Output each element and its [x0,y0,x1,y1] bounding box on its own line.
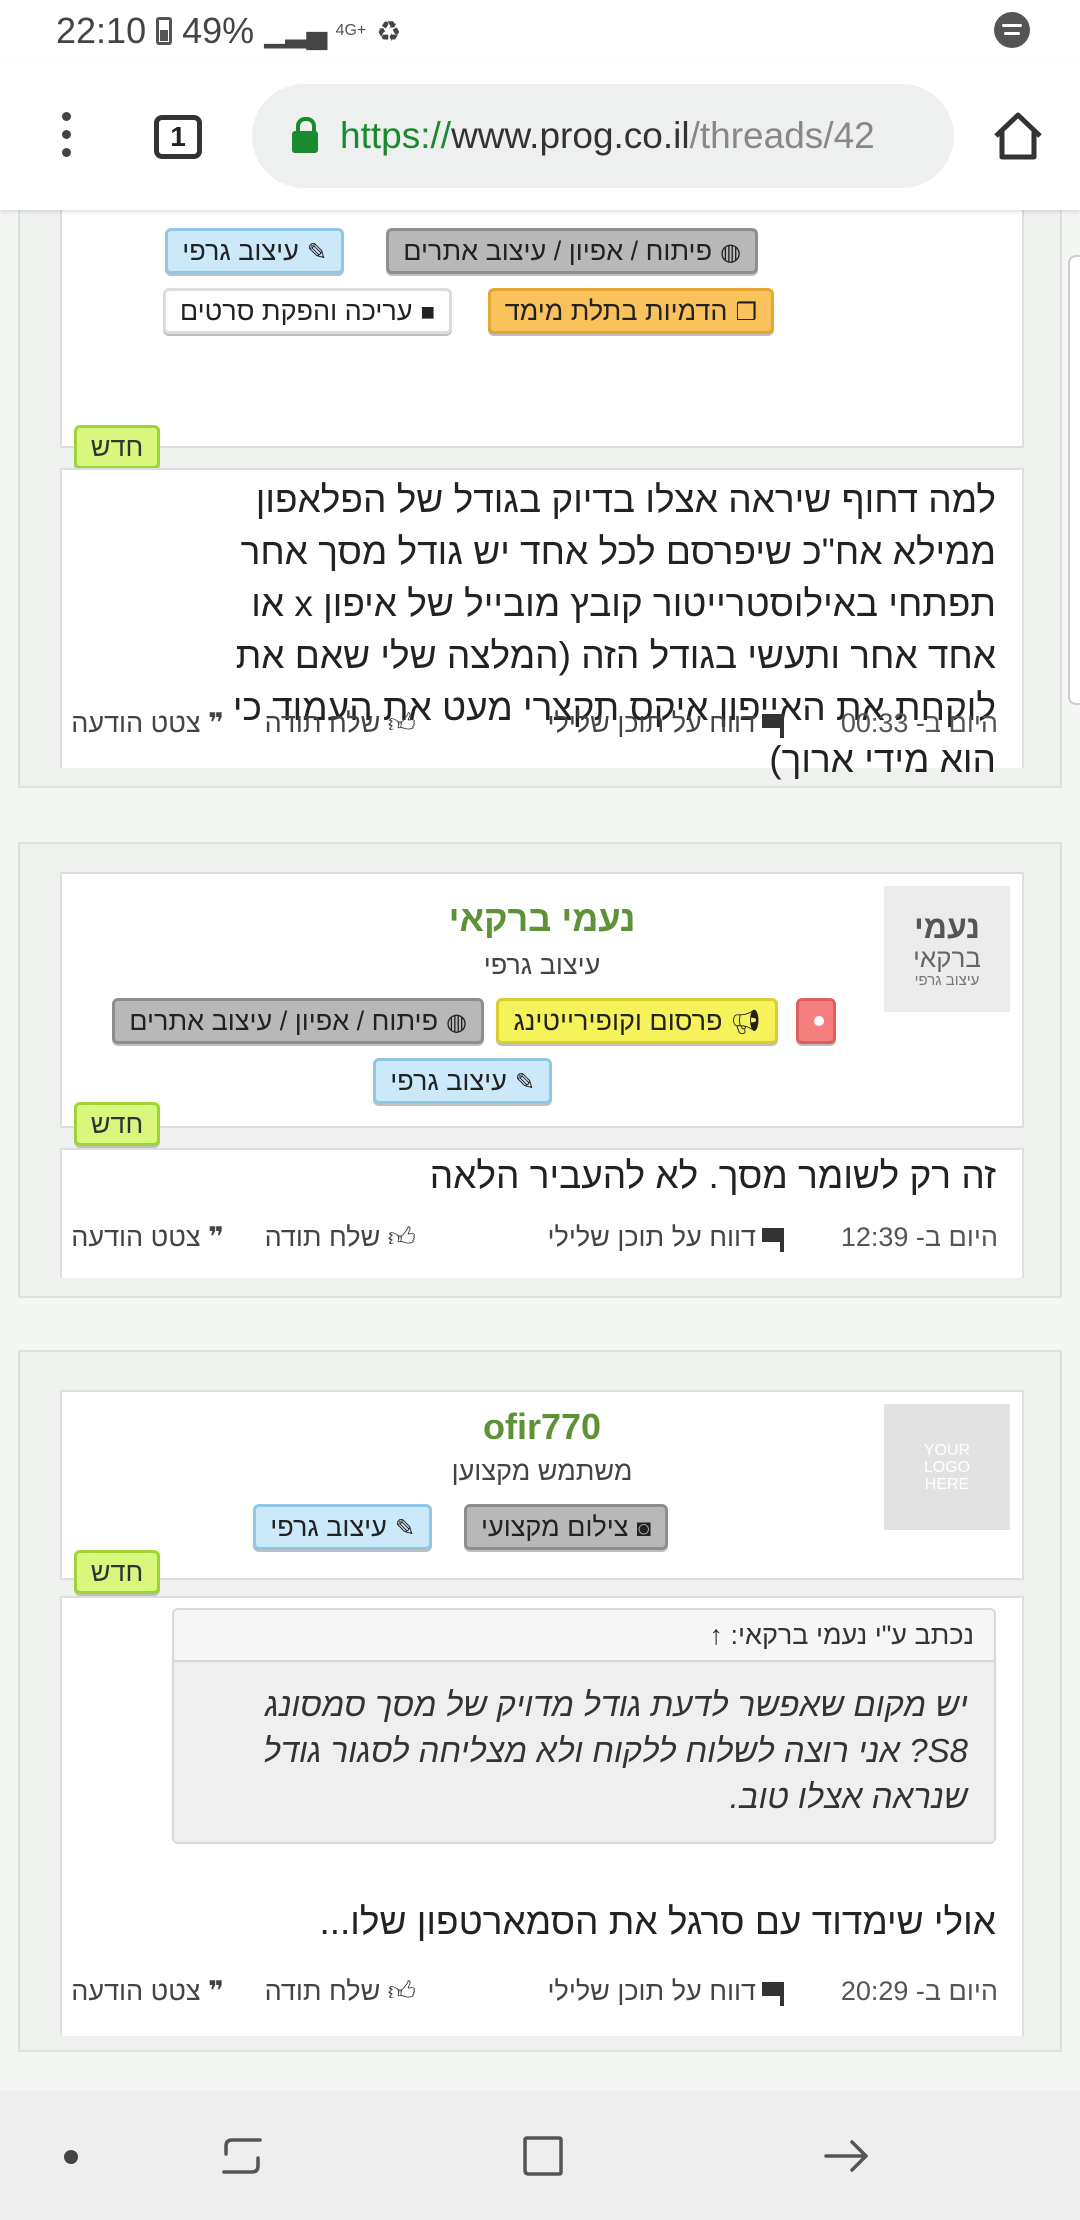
url-host: www.prog.co.il [451,115,690,156]
post-3-footer: היום ב- 20:29 דווח על תוכן שלילי 👍︎ שלח … [60,1966,1024,2026]
new-badge: חדש [74,425,160,469]
tab-switcher-button[interactable]: 1 [154,115,202,159]
cubes-icon: ❒ [735,299,757,326]
tag-graphic-design[interactable]: ✎עיצוב גרפי [253,1504,432,1550]
menu-icon[interactable] [62,112,72,158]
post-1-footer: היום ב- 00:33 דווח על תוכן שלילי 👍︎ שלח … [60,698,1024,758]
user-title: עיצוב גרפי [483,950,601,980]
user-title: משתמש מקצוען [451,1456,633,1486]
quote-icon: ❞ [200,1222,224,1252]
thanks-button[interactable]: 👍︎ שלח תודה [265,708,416,740]
tag-marketing[interactable]: 📢︎פרסום וקופירייטינג [496,998,778,1044]
lock-icon [292,117,318,153]
post-2-footer: היום ב- 12:39 דווח על תוכן שלילי 👍︎ שלח … [60,1212,1024,1272]
post-3-text: אולי שימדוד עם סרגל את הסמארטפון שלו... [319,1901,996,1942]
battery-level: 49% [182,10,255,51]
nav-dot-icon[interactable] [64,2150,78,2164]
quote-icon: ❞ [200,1976,224,2006]
post-3: YOUR LOGO HERE ofir770 משתמש מקצוען ◙ציל… [18,1350,1062,2052]
pencil-icon: ✎ [394,1515,415,1542]
tag-graphic-design[interactable]: ✎עיצוב גרפי [373,1058,552,1104]
thumbs-up-icon: 👍︎ [380,1222,416,1252]
flag-icon [762,1982,784,2006]
signal-icon: ▁▂▄ [264,14,327,48]
back-icon[interactable] [822,2132,870,2180]
thanks-button[interactable]: 👍︎ שלח תודה [265,1976,416,2008]
status-badge [796,998,836,1044]
post-date[interactable]: היום ב- 20:29 [841,1976,998,2007]
tag-graphic-design[interactable]: ✎עיצוב גרפי [165,228,344,274]
post-1-user-box: ✎עיצוב גרפי ◍פיתוח / אפיון / עיצוב אתרים… [60,210,1024,448]
new-badge: חדש [74,1550,160,1594]
tag-3d-rendering[interactable]: ❒הדמיות בתלת מימד [487,288,774,334]
battery-icon [156,17,173,45]
scrollbar[interactable] [1068,255,1080,705]
pencil-icon: ✎ [306,239,327,266]
status-bar: 22:10 49% ▁▂▄ 4G+ ♻ [0,0,1080,62]
recent-apps-icon[interactable] [218,2132,266,2180]
tag-photography[interactable]: ◙צילום מקצועי [463,1504,668,1550]
browser-toolbar: 1 https://www.prog.co.il/threads/42 [0,62,1080,210]
globe-icon: ◍ [446,1009,467,1036]
tag-web-dev[interactable]: ◍פיתוח / אפיון / עיצוב אתרים [112,998,484,1044]
megaphone-icon: 📢︎ [730,1009,761,1036]
address-bar[interactable]: https://www.prog.co.il/threads/42 [252,84,954,188]
thumbs-up-icon: 👍︎ [380,708,416,738]
network-type: 4G+ [335,22,367,39]
recycle-icon: ♻ [376,15,402,47]
new-badge: חדש [74,1102,160,1146]
tag-video-editing[interactable]: ■עריכה והפקת סרטים [162,288,452,334]
report-button[interactable]: דווח על תוכן שלילי [548,1976,784,2007]
post-2-user-box: נעמי ברקאי עיצוב גרפי נעמי ברקאי עיצוב ג… [60,872,1024,1128]
username[interactable]: נעמי ברקאי [62,898,1022,940]
flag-icon [762,714,784,738]
flag-icon [762,1228,784,1252]
quote-block: נכתב ע"י נעמי ברקאי: ↑ יש מקום שאפשר לדע… [172,1608,996,1844]
thread-content: ✎עיצוב גרפי ◍פיתוח / אפיון / עיצוב אתרים… [0,210,1080,2090]
quote-header[interactable]: נכתב ע"י נעמי ברקאי: ↑ [174,1610,994,1662]
quote-button[interactable]: ❞ צטט הודעה [71,708,224,739]
globe-icon: ◍ [720,239,741,266]
home-icon[interactable] [992,110,1044,162]
post-2: נעמי ברקאי עיצוב גרפי נעמי ברקאי עיצוב ג… [18,842,1062,1298]
system-nav-bar [0,2090,1080,2220]
quote-button[interactable]: ❞ צטט הודעה [71,1222,224,1253]
thanks-button[interactable]: 👍︎ שלח תודה [265,1222,416,1254]
post-2-text: זה רק לשומר מסך. לא להעביר הלאה [429,1155,996,1196]
url-scheme: https:// [340,115,452,156]
username[interactable]: ofir770 [62,1406,1022,1448]
url-path: /threads/42 [689,115,875,156]
status-time: 22:10 [56,10,147,51]
thumbs-up-icon: 👍︎ [380,1976,416,2006]
report-button[interactable]: דווח על תוכן שלילי [548,708,784,739]
post-date[interactable]: היום ב- 12:39 [841,1222,998,1253]
video-camera-icon: ■ [420,299,436,326]
post-1: ✎עיצוב גרפי ◍פיתוח / אפיון / עיצוב אתרים… [18,210,1062,788]
pencil-icon: ✎ [514,1069,535,1096]
home-nav-icon[interactable] [521,2134,565,2178]
post-3-user-box: YOUR LOGO HERE ofir770 משתמש מקצוען ◙ציל… [60,1390,1024,1580]
report-button[interactable]: דווח על תוכן שלילי [548,1222,784,1253]
quote-button[interactable]: ❞ צטט הודעה [71,1976,224,2007]
post-date[interactable]: היום ב- 00:33 [841,708,998,739]
spotify-icon [994,12,1030,48]
quote-icon: ❞ [200,708,224,738]
tag-web-dev[interactable]: ◍פיתוח / אפיון / עיצוב אתרים [386,228,758,274]
quote-text: יש מקום שאפשר לדעת גודל מדויק של מסך סמס… [263,1686,968,1815]
camera-icon: ◙ [636,1515,652,1542]
